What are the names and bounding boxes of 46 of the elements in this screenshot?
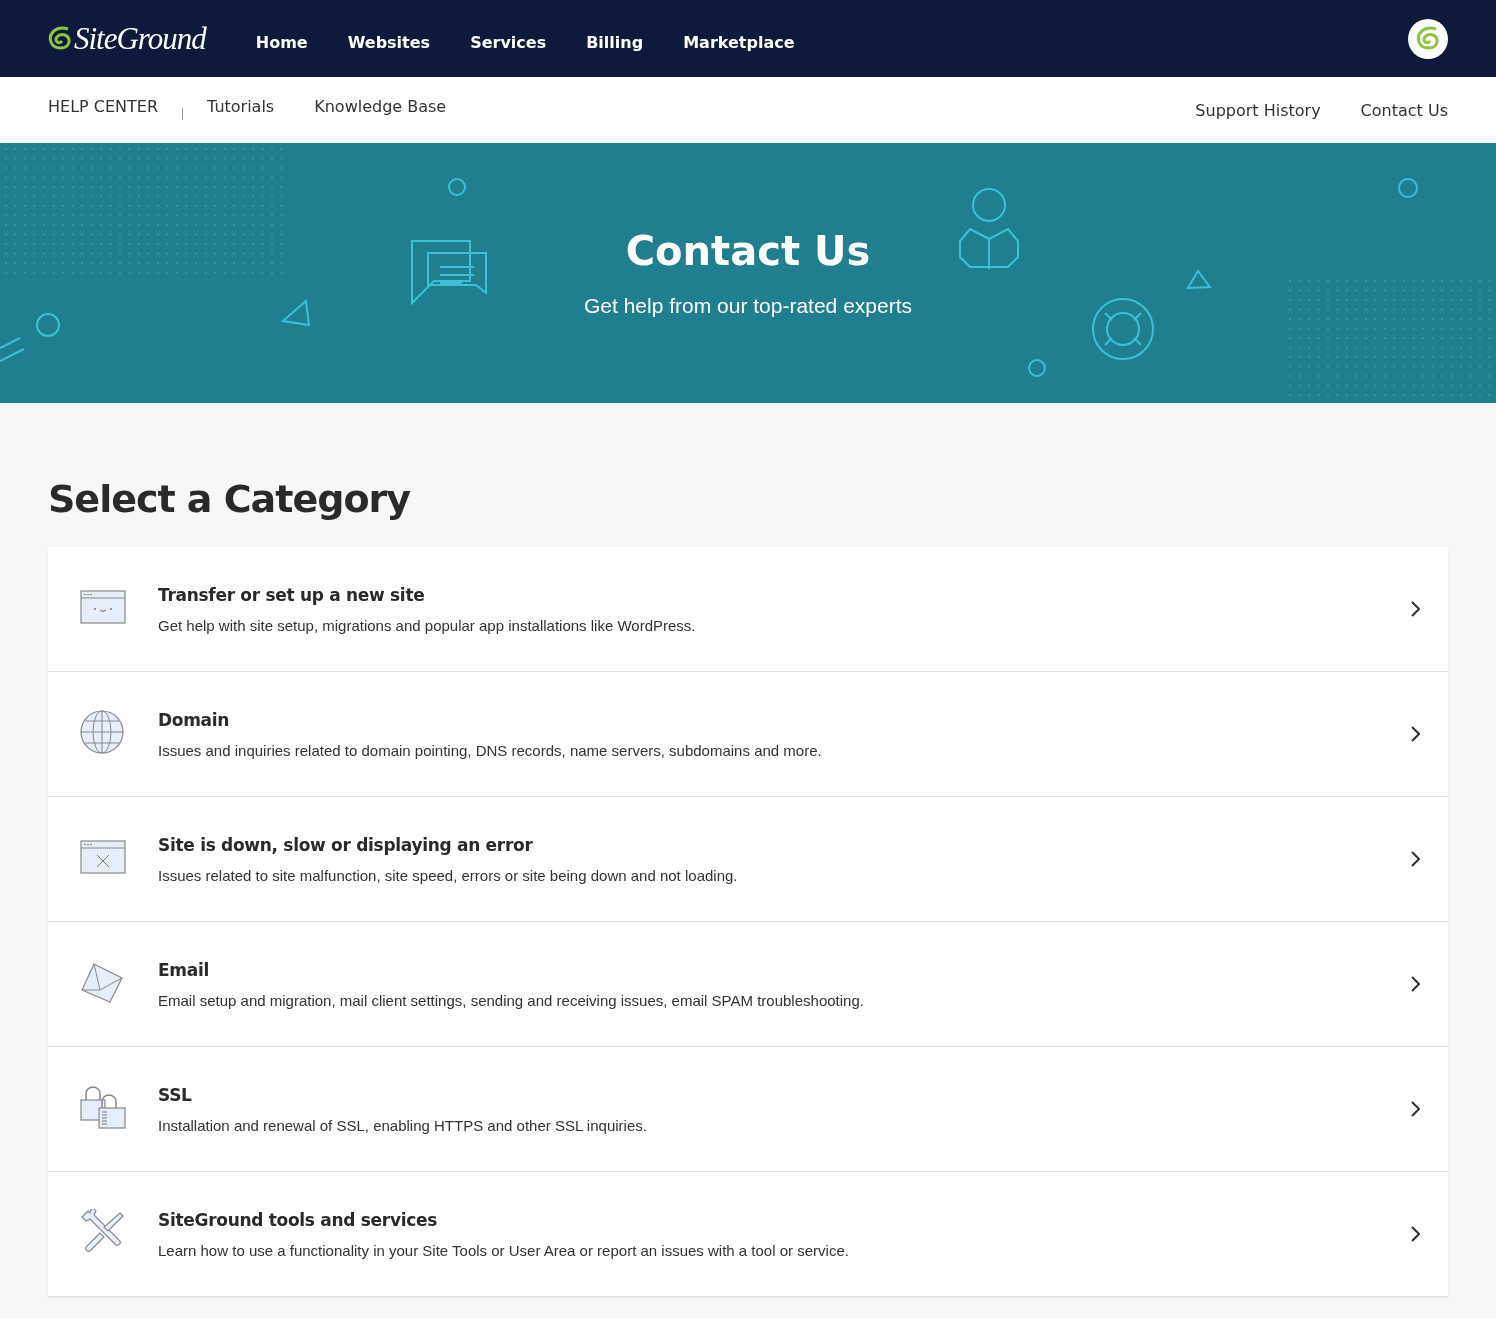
category-row[interactable]: Transfer or set up a new site Get help with site setup, migrations and popular app installations like WordPress. xyxy=(48,547,1448,672)
category-row[interactable]: Site is down, slow or displaying an error Issues related to site malfunction, site speed, errors or site being down and not loading. xyxy=(48,797,1448,922)
category-title: Site is down, slow or displaying an error xyxy=(158,834,534,855)
chevron-right-icon xyxy=(1410,976,1420,992)
category-description: Issues related to site malfunction, site speed, errors or site being down and not loading. xyxy=(158,866,739,884)
category-description: Issues and inquiries related to domain pointing, DNS records, name servers, subdomains and more. xyxy=(158,741,823,759)
globe-icon xyxy=(80,710,124,754)
nav-link[interactable]: Marketplace xyxy=(683,25,795,52)
subnav-link[interactable]: Tutorials xyxy=(207,96,275,116)
hero-title: Contact Us xyxy=(625,228,871,274)
category-description: Email setup and migration, mail client settings, sending and receiving issues, email SPAM troubleshooting. xyxy=(158,991,865,1009)
category-title: Email xyxy=(158,959,210,980)
chevron-right-icon xyxy=(1410,851,1420,867)
category-row[interactable]: SSL Installation and renewal of SSL, enabling HTTPS and other SSL inquiries. xyxy=(48,1047,1448,1172)
browser-window-icon xyxy=(80,590,126,624)
subnav-link[interactable]: Support History xyxy=(1195,100,1321,120)
category-title: Domain xyxy=(158,709,231,730)
tools-icon xyxy=(80,1209,126,1255)
category-title: SiteGround tools and services xyxy=(158,1209,438,1230)
nav-link[interactable]: Websites xyxy=(347,25,431,52)
chevron-right-icon xyxy=(1410,601,1420,617)
padlocks-icon xyxy=(80,1084,126,1130)
category-title: SSL xyxy=(158,1084,193,1105)
account-avatar[interactable] xyxy=(1408,18,1448,59)
subnav-link[interactable]: Contact Us xyxy=(1360,100,1448,120)
browser-error-icon xyxy=(80,840,126,874)
category-row[interactable]: Email Email setup and migration, mail client settings, sending and receiving issues, email SPAM troubleshooting. xyxy=(48,922,1448,1047)
siteground-logo[interactable]: SiteGround xyxy=(74,20,206,57)
nav-link[interactable]: Home xyxy=(255,25,308,52)
category-description: Learn how to use a functionality in your Site Tools or User Area or report an issues with a tool or service. xyxy=(158,1241,850,1259)
nav-link[interactable]: Billing xyxy=(586,25,644,52)
category-description: Installation and renewal of SSL, enabling HTTPS and other SSL inquiries. xyxy=(158,1116,648,1134)
hero-subtitle: Get help from our top-rated experts xyxy=(584,294,912,318)
nav-link[interactable]: Services xyxy=(470,25,547,52)
category-row[interactable]: Domain Issues and inquiries related to domain pointing, DNS records, name servers, subdomains and more. xyxy=(48,672,1448,797)
category-row[interactable]: SiteGround tools and services Learn how to use a functionality in your Site Tools or User Area or report an issues with a tool or service. xyxy=(48,1172,1448,1297)
chevron-right-icon xyxy=(1410,726,1420,742)
spiral-logo-icon xyxy=(48,25,72,52)
category-description: Get help with site setup, migrations and popular app installations like WordPress. xyxy=(158,616,697,634)
category-title: Transfer or set up a new site xyxy=(158,584,426,605)
spiral-logo-icon xyxy=(1416,25,1440,52)
section-heading: Select a Category xyxy=(48,477,412,521)
chevron-right-icon xyxy=(1410,1101,1420,1117)
subnav-link[interactable]: Knowledge Base xyxy=(314,96,447,116)
help-center-label: HELP CENTER xyxy=(48,96,159,116)
chevron-right-icon xyxy=(1410,1226,1420,1242)
